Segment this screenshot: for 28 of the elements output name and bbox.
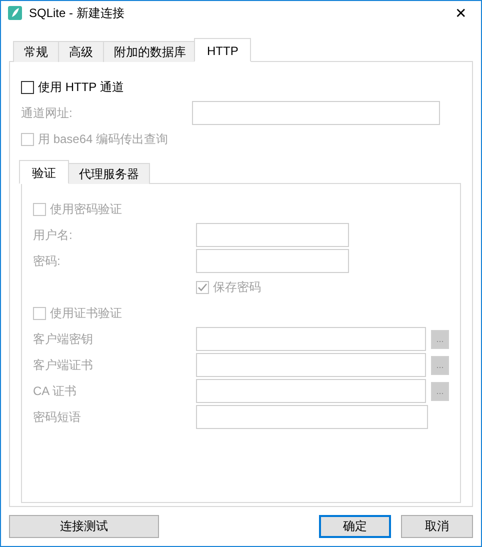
- field-label: 通道网址:: [21, 104, 74, 122]
- tab[interactable]: 高级: [58, 41, 104, 62]
- dialog-button[interactable]: 取消: [401, 515, 473, 538]
- tab[interactable]: 验证: [19, 160, 69, 184]
- dialog-button[interactable]: 确定: [319, 515, 391, 538]
- tab[interactable]: HTTP: [194, 38, 252, 62]
- field-label: 密码短语: [33, 408, 82, 426]
- field-label: 客户端证书: [33, 356, 94, 374]
- field-label: 用户名:: [33, 226, 74, 244]
- field-label: 客户端密钥: [33, 330, 94, 348]
- dialog-button[interactable]: 连接测试: [9, 515, 159, 538]
- tab[interactable]: 常规: [13, 41, 59, 62]
- input-field[interactable]: [196, 223, 349, 247]
- checkbox[interactable]: 使用 HTTP 通道: [21, 77, 124, 97]
- app-icon: [7, 5, 23, 21]
- field-label: CA 证书: [33, 382, 78, 400]
- field-label: 密码:: [33, 252, 62, 270]
- window-title: SQLite - 新建连接: [29, 4, 126, 22]
- tab[interactable]: 附加的数据库: [103, 41, 197, 62]
- input-field[interactable]: [196, 379, 426, 403]
- input-field[interactable]: [196, 353, 426, 377]
- input-field[interactable]: [192, 101, 440, 125]
- check-icon: [197, 282, 208, 292]
- input-field[interactable]: [196, 249, 349, 273]
- tab[interactable]: 代理服务器: [68, 163, 150, 184]
- input-field[interactable]: [196, 327, 426, 351]
- close-button[interactable]: ✕: [441, 1, 481, 25]
- input-field[interactable]: [196, 405, 428, 429]
